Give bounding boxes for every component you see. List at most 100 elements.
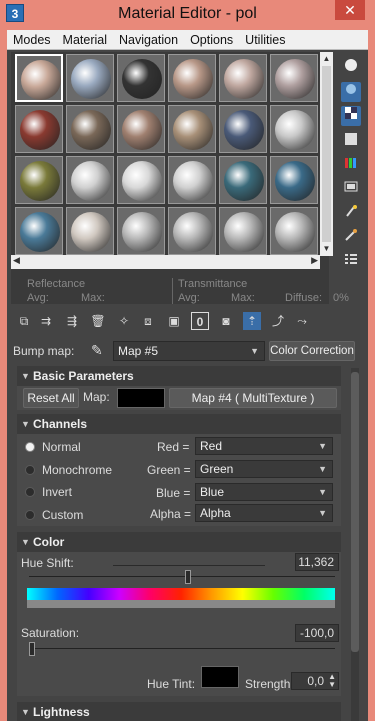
eyedropper-icon[interactable]: ✎	[91, 342, 103, 359]
get-material-icon[interactable]: ⧉	[15, 312, 33, 330]
basic-parameters-body: Reset All Map: Map #4 ( MultiTexture )	[17, 386, 341, 410]
magic-wand-icon[interactable]	[341, 204, 361, 224]
options-icon[interactable]	[341, 252, 361, 272]
scroll-up-icon[interactable]: ▲	[320, 52, 333, 65]
menu-modes[interactable]: Modes	[7, 33, 57, 47]
material-slot[interactable]	[66, 156, 114, 204]
material-sphere	[275, 59, 315, 99]
menu-material[interactable]: Material	[57, 33, 113, 47]
material-slot[interactable]	[270, 54, 318, 102]
material-slot[interactable]	[219, 156, 267, 204]
go-forward-sibling-icon[interactable]: ⤳	[293, 312, 311, 330]
divider	[172, 278, 173, 304]
hue-shift-line	[113, 565, 265, 566]
material-slot[interactable]	[117, 54, 165, 102]
hue-shift-slider-thumb[interactable]	[185, 570, 191, 584]
hue-shift-field[interactable]: 11,362	[295, 553, 339, 571]
material-slot[interactable]	[219, 54, 267, 102]
material-slot[interactable]	[66, 105, 114, 153]
show-end-result-icon[interactable]: ⇡	[243, 312, 261, 330]
material-slot[interactable]	[270, 156, 318, 204]
red-dropdown[interactable]: Red ▼	[195, 437, 333, 455]
radio-custom[interactable]	[25, 510, 35, 520]
video-check-icon[interactable]	[341, 180, 361, 200]
radio-invert-label: Invert	[42, 485, 73, 499]
bump-map-dropdown[interactable]: Map #5 ▼	[113, 341, 265, 361]
menu-utilities[interactable]: Utilities	[239, 33, 291, 47]
material-slot[interactable]	[117, 207, 165, 255]
scroll-thumb[interactable]	[322, 66, 331, 242]
material-slot[interactable]	[270, 207, 318, 255]
saturation-slider-thumb[interactable]	[29, 642, 35, 656]
assign-to-selection-icon[interactable]: ⇶	[63, 312, 81, 330]
menu-options[interactable]: Options	[184, 33, 239, 47]
reset-all-button[interactable]: Reset All	[23, 388, 79, 408]
collapse-icon: ▼	[21, 371, 30, 381]
material-slot[interactable]	[66, 207, 114, 255]
hue-tint-swatch[interactable]	[201, 666, 239, 688]
put-to-scene-icon[interactable]: ⇉	[37, 312, 55, 330]
slots-vertical-scrollbar[interactable]: ▲ ▼	[320, 52, 333, 256]
map-button[interactable]: Map #4 ( MultiTexture )	[169, 388, 337, 408]
lightness-rollout[interactable]: ▼ Lightness	[17, 702, 341, 721]
spinner-arrows-icon[interactable]: ▲ ▼	[328, 673, 336, 689]
green-dropdown[interactable]: Green ▼	[195, 460, 333, 478]
material-slot[interactable]	[168, 207, 216, 255]
rollout-scrollbar[interactable]	[351, 368, 359, 721]
channels-rollout[interactable]: ▼ Channels	[17, 414, 341, 434]
reset-map-icon[interactable]: 🗑	[89, 312, 107, 330]
radio-normal[interactable]	[25, 442, 35, 452]
hue-shift-label: Hue Shift:	[21, 556, 74, 570]
saturation-field[interactable]: -100,0	[295, 624, 339, 642]
alpha-dropdown[interactable]: Alpha ▼	[195, 504, 333, 522]
color-rollout[interactable]: ▼ Color	[17, 532, 341, 552]
color-bars-icon[interactable]	[341, 156, 361, 176]
material-slot[interactable]	[15, 105, 63, 153]
show-shaded-icon[interactable]: ◙	[217, 312, 235, 330]
chevron-down-icon: ▼	[318, 464, 327, 474]
material-id-channel-icon[interactable]: 0	[191, 312, 209, 330]
scroll-right-icon[interactable]: ▶	[311, 255, 318, 266]
material-slot[interactable]	[270, 105, 318, 153]
material-slot[interactable]	[15, 156, 63, 204]
sphere-icon[interactable]	[341, 58, 361, 78]
material-slot[interactable]	[168, 156, 216, 204]
material-slot[interactable]	[66, 54, 114, 102]
slots-horizontal-scrollbar[interactable]: ◀ ▶	[11, 255, 320, 269]
material-slot[interactable]	[168, 54, 216, 102]
rollout-scrollbar-thumb[interactable]	[351, 372, 359, 652]
scroll-left-icon[interactable]: ◀	[13, 255, 20, 266]
color-correction-button[interactable]: Color Correction	[269, 341, 355, 361]
checker-background-icon[interactable]	[341, 106, 361, 126]
hue-spectrum-bar	[27, 588, 335, 600]
lightness-title: Lightness	[33, 705, 90, 719]
chevron-down-icon: ▼	[318, 487, 327, 497]
menu-navigation[interactable]: Navigation	[113, 33, 184, 47]
material-slot[interactable]	[117, 105, 165, 153]
put-to-library-icon[interactable]: ⧈	[139, 312, 157, 330]
material-slot[interactable]	[219, 207, 267, 255]
material-sphere	[71, 59, 111, 99]
map-color-swatch[interactable]	[117, 388, 165, 408]
radio-monochrome[interactable]	[25, 465, 35, 475]
basic-parameters-rollout[interactable]: ▼ Basic Parameters	[17, 366, 341, 386]
material-sphere	[173, 212, 213, 252]
box-icon[interactable]	[341, 132, 361, 152]
material-slot[interactable]	[117, 156, 165, 204]
radio-invert[interactable]	[25, 487, 35, 497]
material-slot[interactable]	[219, 105, 267, 153]
backlight-icon[interactable]	[341, 82, 361, 102]
close-button[interactable]: ✕	[335, 0, 365, 20]
material-slot[interactable]	[15, 54, 63, 102]
diffuse-label: Diffuse:	[285, 292, 323, 304]
make-unique-icon[interactable]: ✧	[115, 312, 133, 330]
pick-material-icon[interactable]	[341, 228, 361, 248]
collapse-icon: ▼	[21, 707, 30, 717]
material-id-icon[interactable]: ▣	[165, 312, 183, 330]
material-slot[interactable]	[168, 105, 216, 153]
strength-field[interactable]: 0,0 ▲ ▼	[291, 672, 339, 690]
blue-dropdown[interactable]: Blue ▼	[195, 483, 333, 501]
material-slot[interactable]	[15, 207, 63, 255]
scroll-down-icon[interactable]: ▼	[320, 242, 333, 255]
go-to-parent-icon[interactable]: ⤴	[269, 312, 287, 330]
